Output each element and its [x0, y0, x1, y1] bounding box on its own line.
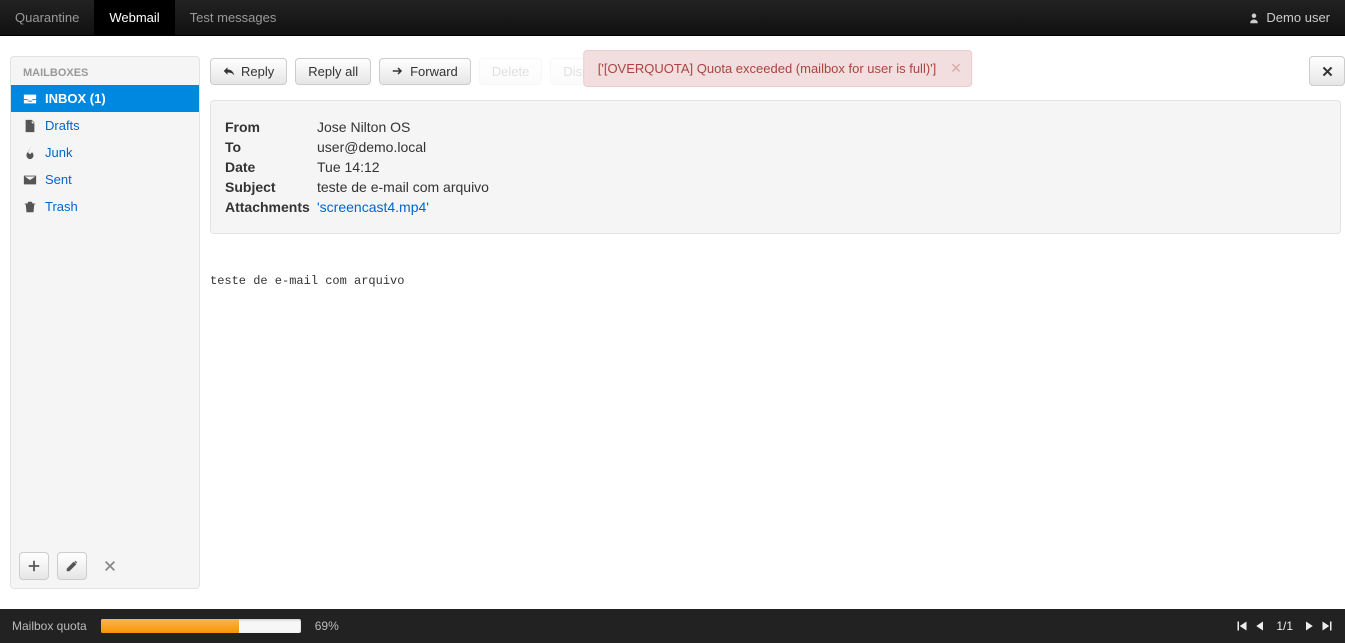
alert-overquota: ['[OVERQUOTA] Quota exceeded (mailbox fo…	[583, 50, 973, 87]
mailboxes-title: MAILBOXES	[11, 57, 199, 85]
value: user@demo.local	[317, 139, 1326, 155]
nav-quarantine[interactable]: Quarantine	[0, 0, 94, 35]
envelope-icon	[23, 173, 37, 187]
top-navbar: Quarantine Webmail Test messages Demo us…	[0, 0, 1345, 36]
mailbox-label: Sent	[45, 172, 72, 187]
value: Jose Nilton OS	[317, 119, 1326, 135]
header-date: Date Tue 14:12	[225, 157, 1326, 177]
pager-text: 1/1	[1272, 619, 1297, 633]
add-mailbox-button[interactable]	[19, 552, 49, 580]
value: teste de e-mail com arquivo	[317, 179, 1326, 195]
button-label: Delete	[492, 64, 530, 79]
mailbox-label: INBOX (1)	[45, 91, 106, 106]
prev-icon[interactable]	[1254, 620, 1266, 632]
label: Subject	[225, 179, 317, 195]
mailbox-label: Drafts	[45, 118, 80, 133]
alert-close-button[interactable]: ×	[951, 58, 962, 79]
user-icon	[1248, 12, 1260, 24]
header-attachments: Attachments 'screencast4.mp4'	[225, 197, 1326, 217]
fire-icon	[23, 146, 37, 160]
next-icon[interactable]	[1303, 620, 1315, 632]
trash-icon	[23, 200, 37, 214]
first-icon[interactable]	[1236, 620, 1248, 632]
main-area: MAILBOXES INBOX (1) Drafts Junk Sent	[0, 36, 1345, 609]
header-to: To user@demo.local	[225, 137, 1326, 157]
inbox-icon	[23, 92, 37, 106]
last-icon[interactable]	[1321, 620, 1333, 632]
quota-progress-bar	[101, 619, 239, 633]
header-from: From Jose Nilton OS	[225, 117, 1326, 137]
pencil-icon	[65, 559, 79, 573]
file-icon	[23, 119, 37, 133]
mailbox-inbox[interactable]: INBOX (1)	[11, 85, 199, 112]
button-label: Forward	[410, 64, 458, 79]
reply-all-button[interactable]: Reply all	[295, 58, 371, 85]
user-menu[interactable]: Demo user	[1233, 0, 1345, 35]
button-label: Reply	[241, 64, 274, 79]
mailbox-label: Junk	[45, 145, 72, 160]
label: From	[225, 119, 317, 135]
pager: 1/1	[1236, 619, 1333, 633]
nav-label: Test messages	[190, 10, 277, 25]
mailbox-sent[interactable]: Sent	[11, 166, 199, 193]
mailboxes-panel: MAILBOXES INBOX (1) Drafts Junk Sent	[10, 56, 200, 589]
forward-icon	[392, 65, 404, 77]
quota-progress	[101, 619, 301, 633]
mailbox-drafts[interactable]: Drafts	[11, 112, 199, 139]
quota-percent: 69%	[315, 619, 339, 633]
delete-button[interactable]: Delete	[479, 58, 543, 85]
nav-webmail[interactable]: Webmail	[94, 0, 174, 35]
sidebar: MAILBOXES INBOX (1) Drafts Junk Sent	[0, 36, 210, 609]
close-message-button[interactable]	[1309, 56, 1345, 86]
footer-bar: Mailbox quota 69% 1/1	[0, 609, 1345, 643]
plus-icon	[27, 559, 41, 573]
message-headers: From Jose Nilton OS To user@demo.local D…	[210, 100, 1341, 234]
nav-label: Quarantine	[15, 10, 79, 25]
mailbox-label: Trash	[45, 199, 78, 214]
remove-mailbox-button[interactable]	[95, 552, 125, 580]
reply-button[interactable]: Reply	[210, 58, 287, 85]
user-label: Demo user	[1266, 10, 1330, 25]
alert-text: ['[OVERQUOTA] Quota exceeded (mailbox fo…	[598, 61, 937, 76]
mailboxes-list: INBOX (1) Drafts Junk Sent Trash	[11, 85, 199, 588]
label: To	[225, 139, 317, 155]
sidebar-actions	[11, 544, 199, 588]
nav-test-messages[interactable]: Test messages	[175, 0, 292, 35]
x-icon	[103, 559, 117, 573]
forward-button[interactable]: Forward	[379, 58, 471, 85]
button-label: Reply all	[308, 64, 358, 79]
label: Attachments	[225, 199, 317, 215]
attachment-link[interactable]: 'screencast4.mp4'	[317, 199, 429, 215]
header-subject: Subject teste de e-mail com arquivo	[225, 177, 1326, 197]
label: Date	[225, 159, 317, 175]
close-icon	[1321, 65, 1334, 78]
edit-mailbox-button[interactable]	[57, 552, 87, 580]
mailbox-trash[interactable]: Trash	[11, 193, 199, 220]
message-body: teste de e-mail com arquivo	[210, 234, 1345, 288]
nav-label: Webmail	[109, 10, 159, 25]
value: Tue 14:12	[317, 159, 1326, 175]
reply-icon	[223, 65, 235, 77]
mailbox-junk[interactable]: Junk	[11, 139, 199, 166]
quota-label: Mailbox quota	[12, 619, 87, 633]
content-area: ['[OVERQUOTA] Quota exceeded (mailbox fo…	[210, 36, 1345, 609]
